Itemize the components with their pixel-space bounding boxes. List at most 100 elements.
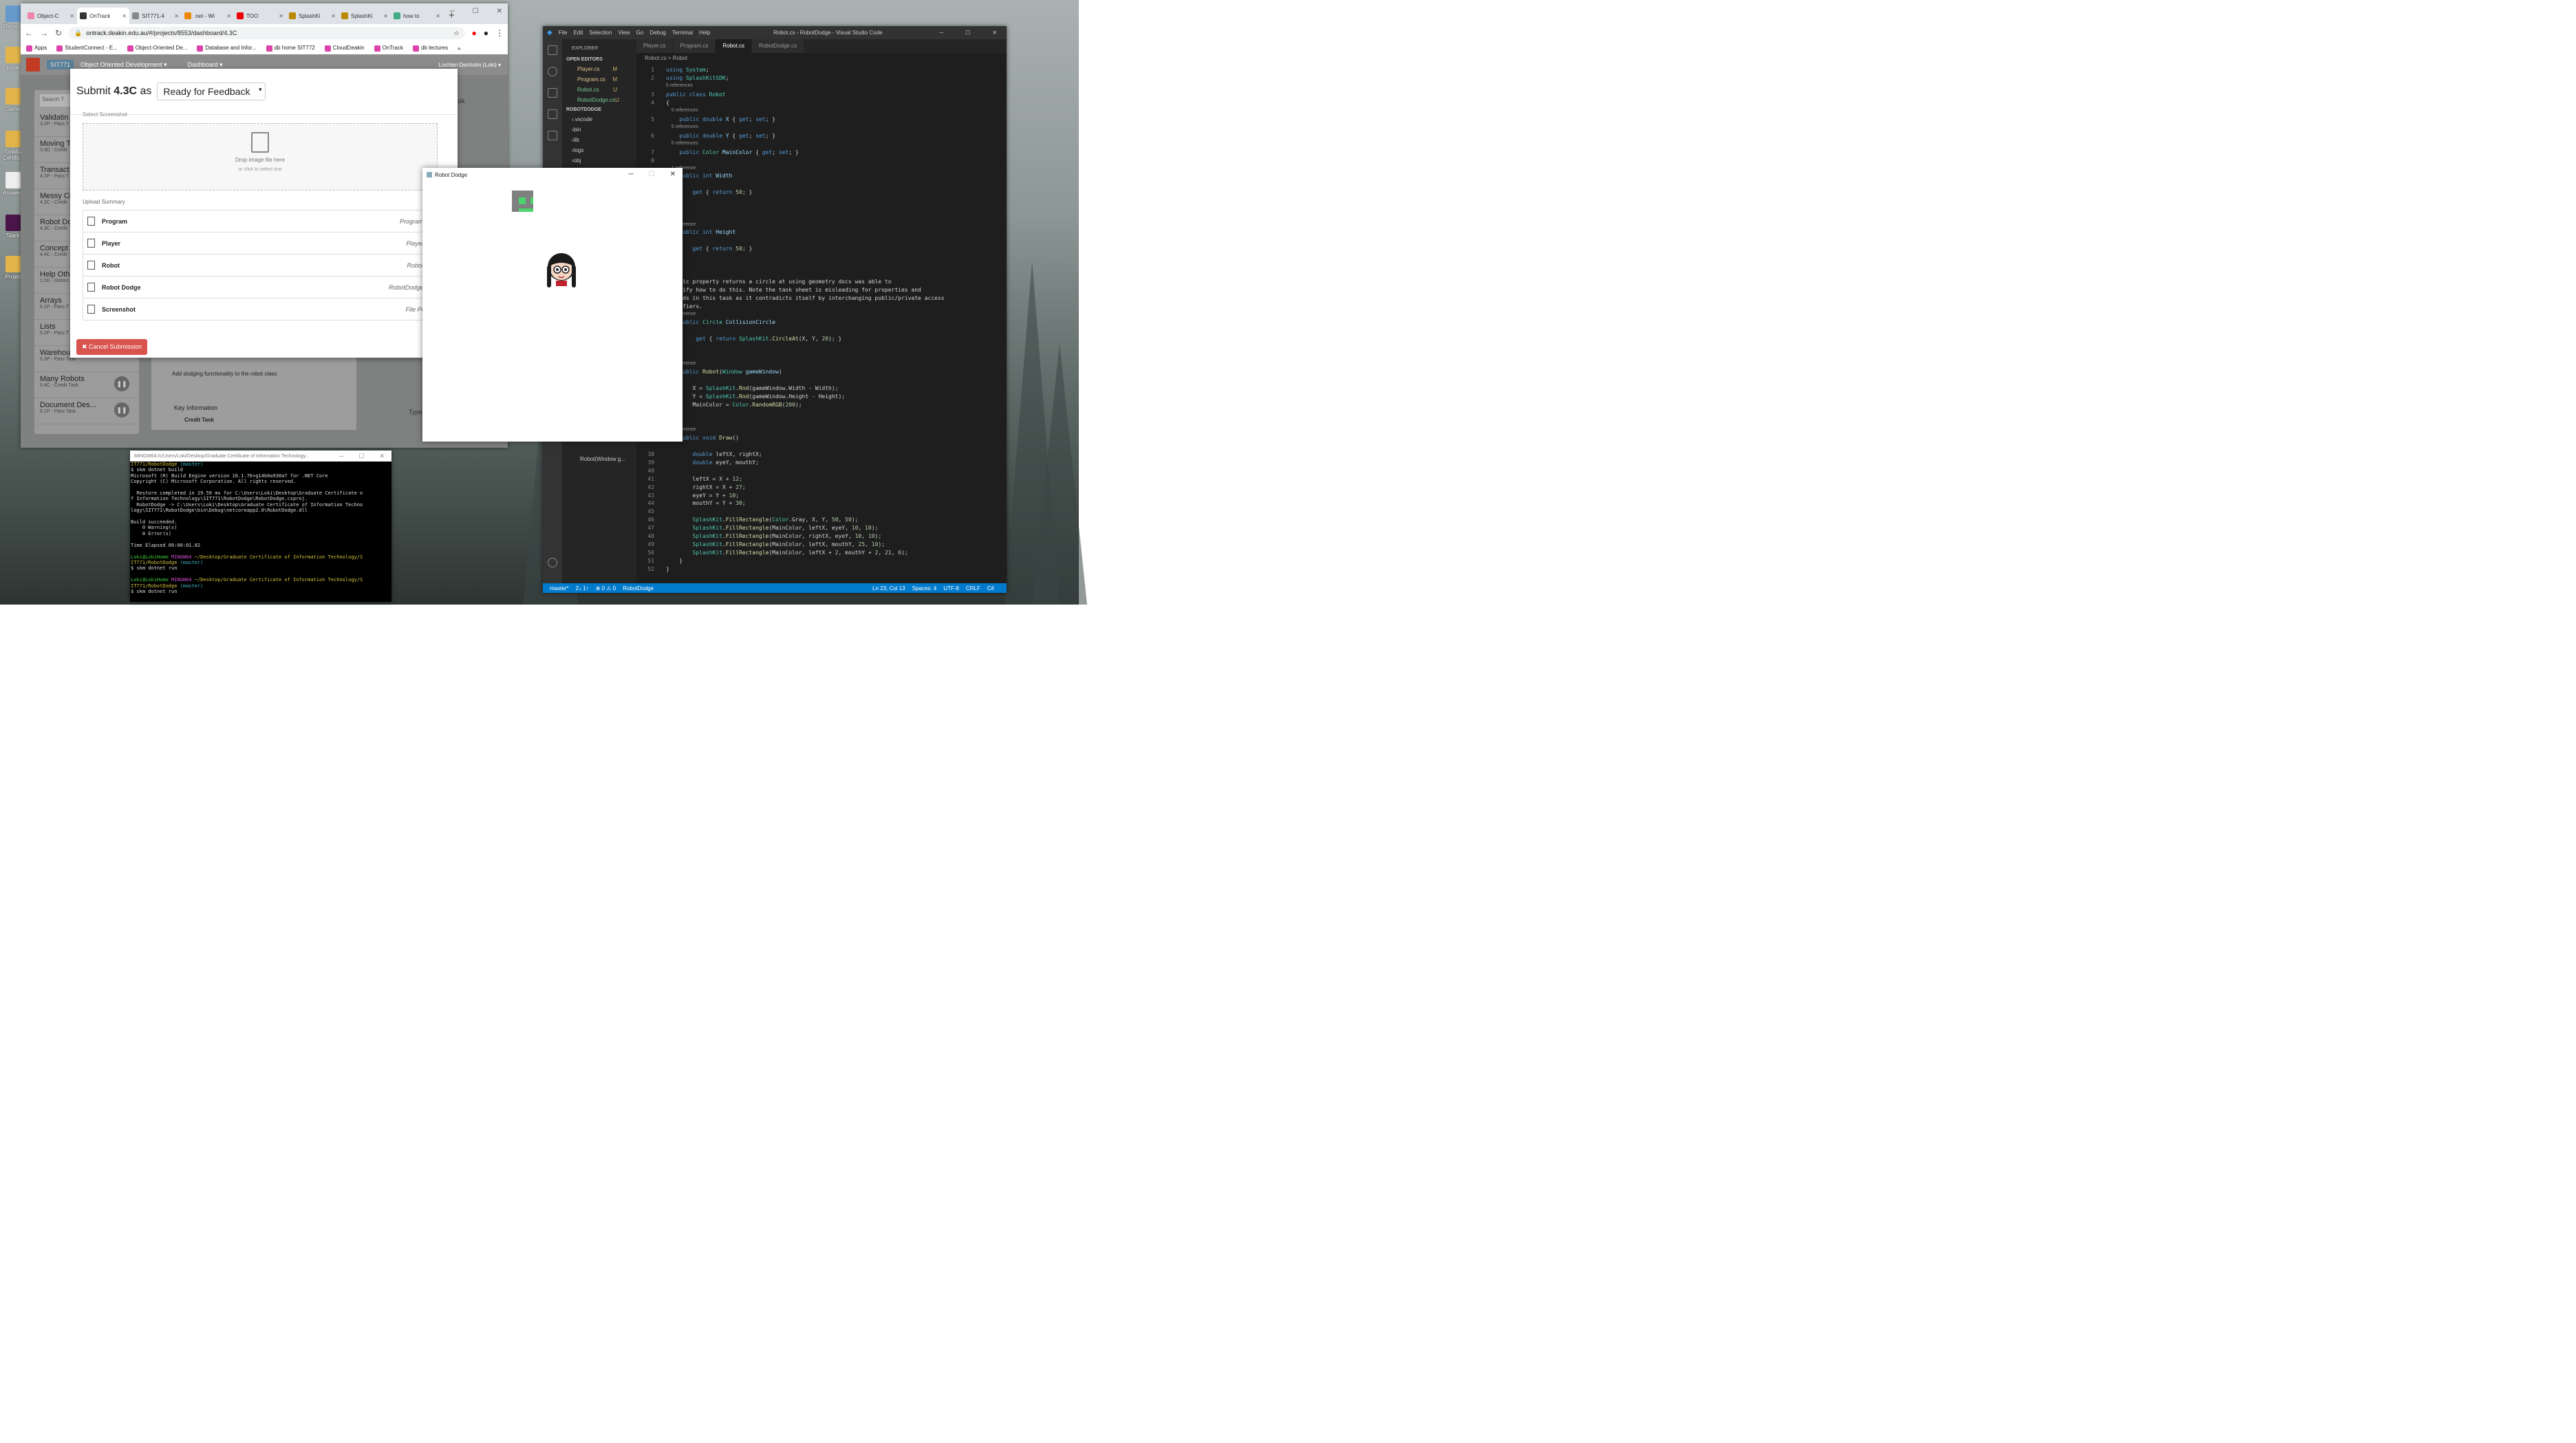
opera-icon[interactable]: ● [472,28,477,38]
editor-tab[interactable]: Player.cs [636,39,674,53]
folder-item[interactable]: › bin [562,124,636,135]
maximize-icon[interactable]: ☐ [965,30,970,36]
task-item[interactable]: Many Robots 5.4C - Credit Task ❚❚ [34,372,139,398]
editor-tab[interactable]: Robot.cs [716,39,752,53]
menu-item[interactable]: Go [636,30,644,36]
bookmark-item[interactable]: OnTrack [374,45,403,52]
menu-item[interactable]: Help [699,30,710,36]
folder-item[interactable]: › obj [562,155,636,166]
code-editor[interactable]: 1 using System; 2 using SplashKitSDK; 5 refe… [636,64,994,583]
bookmark-item[interactable]: Apps [26,45,47,52]
bookmark-item[interactable]: db home SIT772 [266,45,315,52]
browser-tab[interactable]: SplashKi ✕ [339,8,391,24]
encoding-status[interactable]: UTF-8 [943,585,959,592]
menu-item[interactable]: Selection [589,30,612,36]
explorer-icon[interactable] [548,45,557,55]
language-status[interactable]: C# [987,585,994,592]
tab-close-icon[interactable]: ✕ [383,13,388,19]
open-file-item[interactable]: Program.cs M [562,74,636,85]
maximize-icon[interactable]: ☐ [649,171,655,178]
menu-item[interactable]: Debug [650,30,666,36]
editor-tab[interactable]: Program.cs [673,39,716,53]
cancel-submission-button[interactable]: ✖ Cancel Submission [76,339,148,355]
editor-tab[interactable]: RobotDodge.cs [751,39,805,53]
menu-item[interactable]: Terminal [672,30,693,36]
sync-status[interactable]: 2↓ 1↑ [576,585,589,592]
browser-tab[interactable]: .net - Wi ✕ [182,8,234,24]
reload-icon[interactable]: ↻ [55,28,62,38]
open-file-item[interactable]: RobotDodge.cs U [562,95,636,105]
outline-item[interactable]: Robot(Window g... [580,456,625,462]
extension-icon[interactable]: ● [484,28,489,38]
project-header[interactable]: ROBOTDODGE [562,105,636,114]
tab-close-icon[interactable]: ✕ [69,13,74,19]
tab-close-icon[interactable]: ✕ [174,13,179,19]
bookmark-item[interactable]: Object-Oriented De... [127,45,187,52]
tab-close-icon[interactable]: ✕ [122,13,127,19]
indent-status[interactable]: Spaces: 4 [912,585,937,592]
tab-close-icon[interactable]: ✕ [436,13,440,19]
star-icon[interactable]: ☆ [453,30,459,37]
bookmark-item[interactable]: db lectures [412,45,448,52]
menu-icon[interactable]: ⋮ [495,28,504,38]
minimize-icon[interactable]: ─ [339,453,343,460]
close-icon[interactable]: ✕ [670,171,676,178]
more-bookmarks-icon[interactable]: » [458,45,460,52]
close-icon[interactable]: ✕ [379,453,385,460]
folder-item[interactable]: › logs [562,145,636,155]
folder-item[interactable]: › lib [562,135,636,145]
browser-tab[interactable]: SIT771-4 ✕ [129,8,182,24]
browser-tab[interactable]: SplashKi ✕ [286,8,339,24]
task-item[interactable]: Document Des... 6.1P - Pass Task ❚❚ [34,398,139,424]
tab-close-icon[interactable]: ✕ [279,13,283,19]
pause-icon[interactable]: ❚❚ [114,376,129,391]
ontrack-logo[interactable] [26,58,40,72]
folder-item[interactable]: › .vscode [562,114,636,124]
bookmark-item[interactable]: CloudDeakin [324,45,365,52]
tab-close-icon[interactable]: ✕ [226,13,231,19]
close-icon[interactable]: ✕ [992,30,997,36]
forward-icon[interactable]: → [40,28,48,38]
close-icon[interactable]: ✕ [497,8,502,15]
terminal-output[interactable]: IT771/RobotDodge (master) $ skm dotnet bu… [130,462,391,594]
branch-status[interactable]: master* [550,585,569,592]
pause-icon[interactable]: ❚❚ [114,402,129,417]
gear-icon[interactable] [548,558,557,567]
status-select[interactable]: Ready for Feedback [157,83,266,100]
unit-dropdown[interactable]: Object Oriented Development ▾ [80,61,167,69]
debug-icon[interactable] [548,109,557,119]
image-dropzone[interactable]: Drop image file here or click to select … [83,123,438,191]
bookmark-item[interactable]: StudentConnect - E... [56,45,118,52]
problems-status[interactable]: ⊗ 0 ⚠ 0 [596,585,616,592]
tab-close-icon[interactable]: ✕ [331,13,336,19]
breadcrumb[interactable]: Robot.cs > Robot [636,53,687,64]
maximize-icon[interactable]: ☐ [358,453,364,460]
minimize-icon[interactable]: ─ [450,8,455,15]
menu-item[interactable]: Edit [574,30,583,36]
eol-status[interactable]: CRLF [966,585,980,592]
bookmark-item[interactable]: Database and Infor... [197,45,257,52]
back-icon[interactable]: ← [25,28,33,38]
cursor-position[interactable]: Ln 23, Col 13 [872,585,905,592]
browser-tab[interactable]: OnTrack ✕ [77,8,129,24]
dashboard-dropdown[interactable]: Dashboard ▾ [188,61,223,69]
open-file-item[interactable]: Player.cs M [562,64,636,74]
browser-tab[interactable]: TOO ✕ [234,8,286,24]
source-control-icon[interactable] [548,88,557,98]
menu-item[interactable]: View [618,30,630,36]
code-line: eyeY = Y + 10; [666,492,739,499]
search-icon[interactable] [548,67,557,76]
extensions-icon[interactable] [548,131,557,140]
open-editors-header[interactable]: OPEN EDITORS [562,55,636,64]
user-menu[interactable]: Lochlan Denholm (Loki) ▾ [438,62,501,68]
menu-item[interactable]: File [559,30,568,36]
minimize-icon[interactable]: ─ [939,30,943,36]
minimize-icon[interactable]: ─ [629,171,634,178]
project-status[interactable]: RobotDodge [623,585,654,592]
url-input[interactable]: 🔒 ontrack.deakin.edu.au/#/projects/8553/d… [69,27,465,39]
maximize-icon[interactable]: ☐ [473,8,479,15]
open-file-item[interactable]: Robot.cs U [562,85,636,95]
browser-tab[interactable]: how to ✕ [391,8,443,24]
browser-tab[interactable]: Object-C ✕ [25,8,77,24]
